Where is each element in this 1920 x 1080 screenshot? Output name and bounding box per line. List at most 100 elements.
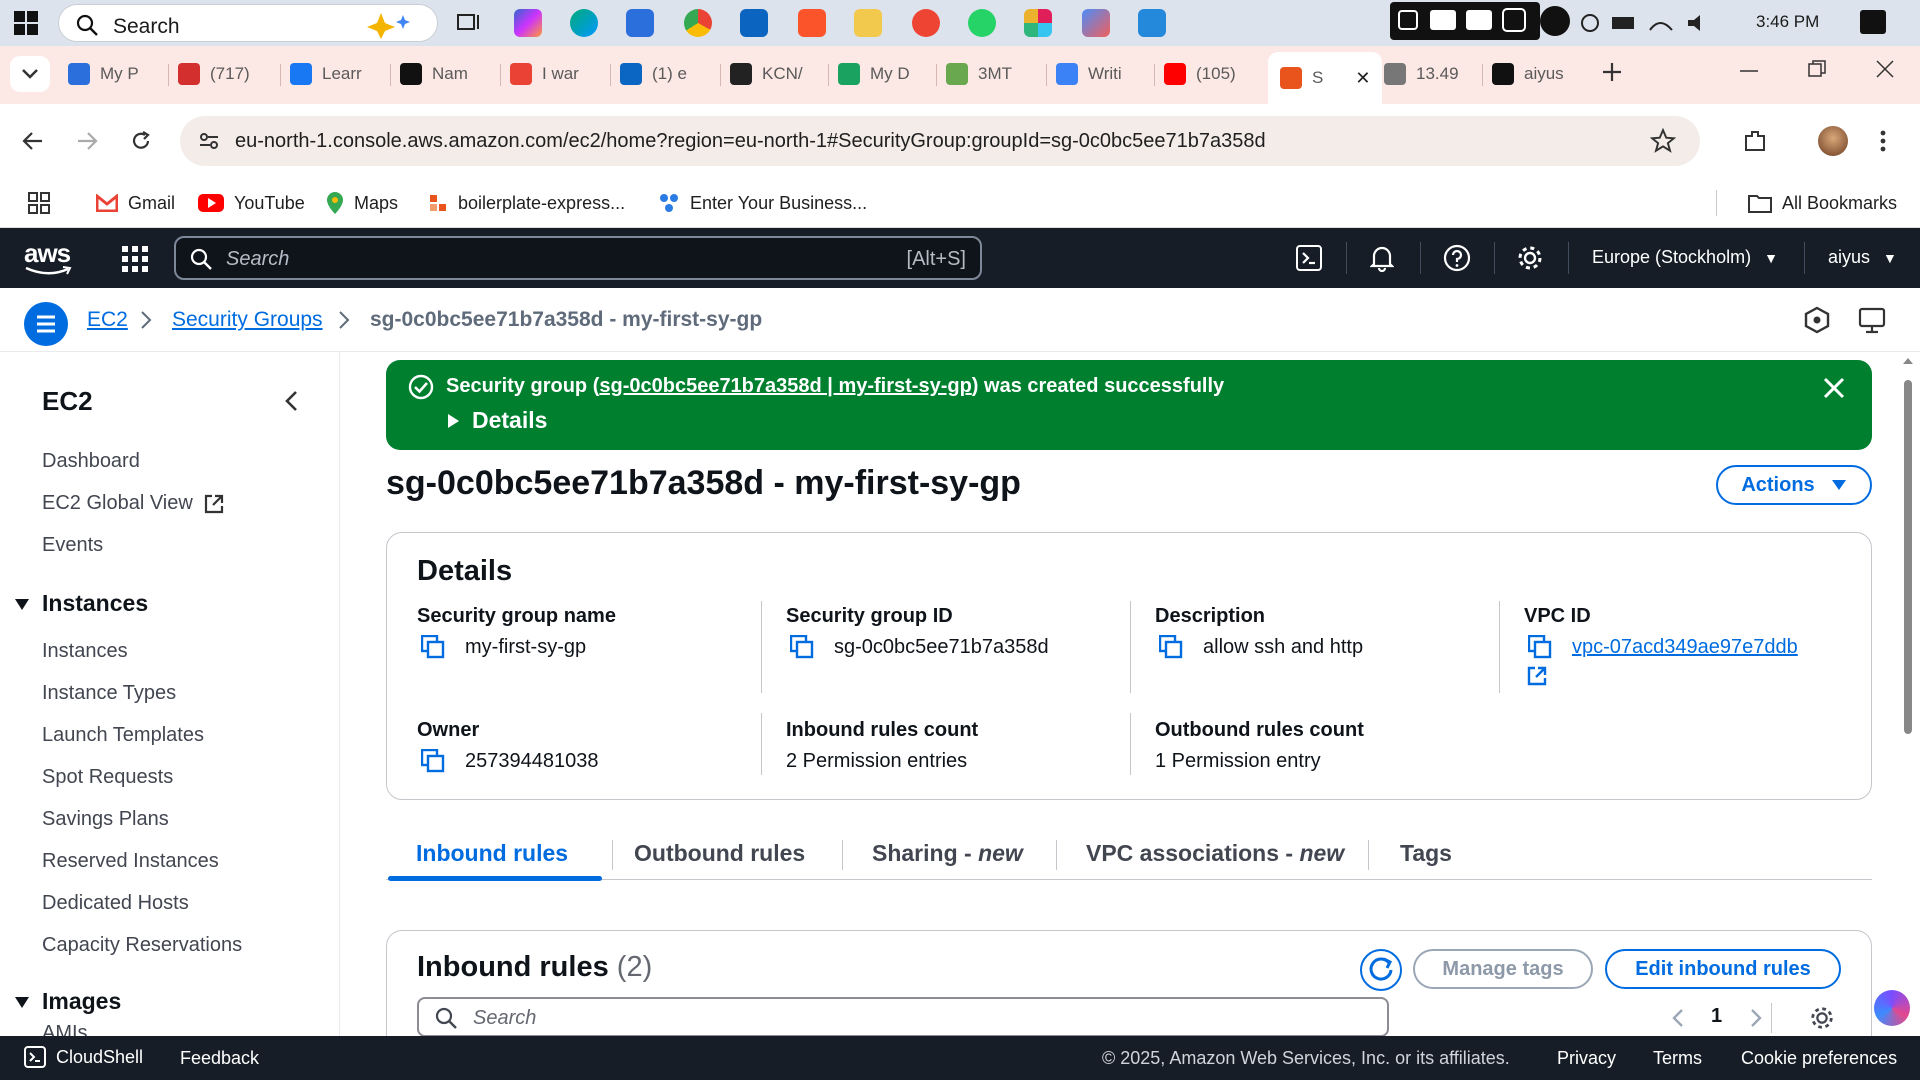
vscode-icon[interactable] — [1138, 9, 1166, 37]
system-tray-icons[interactable] — [1580, 12, 1720, 34]
help-icon[interactable] — [1443, 244, 1471, 272]
apps-grid-icon[interactable] — [28, 192, 50, 214]
chrome-icon[interactable] — [684, 9, 712, 37]
forward-icon[interactable] — [76, 130, 98, 152]
back-icon[interactable] — [22, 130, 44, 152]
actions-button[interactable]: Actions — [1716, 465, 1872, 505]
copilot-app-icon[interactable] — [514, 9, 542, 37]
site-info-icon[interactable] — [198, 130, 220, 152]
whatsapp-icon[interactable] — [968, 9, 996, 37]
browser-tab[interactable]: My D — [838, 58, 910, 90]
reload-icon[interactable] — [130, 130, 152, 152]
hexagon-info-icon[interactable] — [1804, 306, 1830, 334]
browser-tab[interactable]: Writi — [1056, 58, 1122, 90]
nav-capacity-reservations[interactable]: Capacity Reservations — [42, 934, 242, 957]
profile-avatar[interactable] — [1818, 126, 1848, 156]
all-bookmarks[interactable]: All Bookmarks — [1748, 188, 1897, 218]
close-tab-icon[interactable]: ✕ — [1355, 68, 1370, 89]
nav-section-images[interactable]: Images — [14, 988, 121, 1015]
browser-tab[interactable]: 13.49 — [1384, 58, 1459, 90]
notifications-bell-icon[interactable] — [1370, 244, 1394, 272]
tab-vpc-associations[interactable]: VPC associations - new — [1086, 840, 1344, 867]
screen-feedback-icon[interactable] — [1858, 306, 1886, 334]
terms-link[interactable]: Terms — [1653, 1048, 1702, 1069]
manage-tags-button[interactable]: Manage tags — [1413, 949, 1593, 989]
snip-icon[interactable] — [1398, 10, 1418, 30]
edit-inbound-rules-button[interactable]: Edit inbound rules — [1605, 949, 1841, 989]
browser-tab[interactable]: (105) — [1164, 58, 1236, 90]
extensions-icon[interactable] — [1742, 128, 1768, 154]
external-link-icon[interactable] — [1526, 665, 1548, 687]
nav-amis[interactable]: AMIs — [42, 1022, 88, 1036]
bookmark-boilerplate[interactable]: boilerplate-express... — [428, 188, 625, 218]
copy-icon[interactable] — [1528, 635, 1552, 659]
taskbar-search-box[interactable]: Search — [58, 4, 438, 42]
slack-icon[interactable] — [1024, 9, 1052, 37]
bookmark-youtube[interactable]: YouTube — [198, 188, 305, 218]
feedback-link[interactable]: Feedback — [180, 1048, 259, 1069]
cloudshell-footer-button[interactable]: CloudShell — [24, 1046, 143, 1068]
nav-ec2-global-view[interactable]: EC2 Global View — [42, 492, 225, 515]
cookie-preferences-link[interactable]: Cookie preferences — [1741, 1048, 1897, 1069]
edge-icon[interactable] — [570, 9, 598, 37]
browser-tab[interactable]: KCN/ — [730, 58, 803, 90]
bookmark-business[interactable]: Enter Your Business... — [658, 188, 867, 218]
nav-reserved-instances[interactable]: Reserved Instances — [42, 850, 219, 873]
amazon-q-icon[interactable] — [1874, 990, 1910, 1026]
task-view-icon[interactable] — [454, 9, 482, 37]
nav-instances[interactable]: Instances — [42, 640, 128, 663]
breadcrumb-ec2[interactable]: EC2 — [87, 308, 128, 332]
bookmark-gmail[interactable]: Gmail — [96, 188, 175, 218]
browser-tab[interactable]: Learr — [290, 58, 362, 90]
tab-tags[interactable]: Tags — [1400, 840, 1452, 867]
nav-section-instances[interactable]: Instances — [14, 590, 148, 617]
browser-tab[interactable]: S ✕ — [1268, 52, 1383, 104]
privacy-link[interactable]: Privacy — [1557, 1048, 1616, 1069]
nav-dashboard[interactable]: Dashboard — [42, 450, 140, 473]
browser-tab[interactable]: (717) — [178, 58, 250, 90]
cloudshell-icon[interactable] — [1296, 245, 1322, 271]
current-page-number[interactable]: 1 — [1711, 1005, 1722, 1028]
restore-icon[interactable] — [1808, 60, 1826, 78]
windows-start-icon[interactable] — [14, 11, 38, 35]
clock[interactable]: 3:46 PM — [1756, 12, 1819, 32]
flash-details-toggle[interactable]: Details — [446, 407, 547, 434]
bookmark-maps[interactable]: Maps — [326, 188, 398, 218]
services-menu-icon[interactable] — [122, 246, 148, 272]
nav-toggle-button[interactable] — [24, 302, 68, 346]
brave-icon[interactable] — [798, 9, 826, 37]
tab-search-button[interactable] — [10, 56, 50, 92]
browser-tab[interactable]: Nam — [400, 58, 468, 90]
nav-instance-types[interactable]: Instance Types — [42, 682, 176, 705]
next-page-icon[interactable] — [1749, 1007, 1763, 1029]
browser-tab[interactable]: aiyus — [1492, 58, 1564, 90]
vpc-id-link[interactable]: vpc-07acd349ae97e7ddb — [1572, 636, 1798, 659]
app-icon[interactable] — [1082, 9, 1110, 37]
rules-search-input[interactable]: Search — [417, 997, 1389, 1037]
tab-inbound-rules[interactable]: Inbound rules — [416, 840, 568, 867]
aws-logo[interactable]: aws — [24, 240, 72, 276]
breadcrumb-security-groups[interactable]: Security Groups — [172, 308, 323, 332]
address-bar[interactable]: eu-north-1.console.aws.amazon.com/ec2/ho… — [180, 116, 1700, 166]
browser-tab[interactable]: My P — [68, 58, 139, 90]
browser-tab[interactable]: I war — [510, 58, 579, 90]
tab-sharing[interactable]: Sharing - new — [872, 840, 1023, 867]
page-scrollbar[interactable] — [1900, 354, 1916, 1034]
window-icon[interactable] — [1502, 8, 1526, 32]
file-explorer-icon[interactable] — [854, 9, 882, 37]
notifications-icon[interactable] — [1860, 10, 1886, 34]
preferences-gear-icon[interactable] — [1809, 1005, 1835, 1031]
tab-outbound-rules[interactable]: Outbound rules — [634, 840, 805, 867]
flash-sg-link[interactable]: sg-0c0bc5ee71b7a358d | my-first-sy-gp — [599, 375, 971, 397]
refresh-button[interactable] — [1360, 949, 1402, 991]
camera-icon[interactable] — [1430, 10, 1456, 30]
region-selector[interactable]: Europe (Stockholm) ▼ — [1592, 247, 1778, 268]
prev-page-icon[interactable] — [1671, 1007, 1685, 1029]
copy-icon[interactable] — [421, 749, 445, 773]
new-tab-button[interactable] — [1600, 60, 1624, 84]
collapse-nav-icon[interactable] — [282, 388, 302, 414]
store-icon[interactable] — [626, 9, 654, 37]
copy-icon[interactable] — [421, 635, 445, 659]
account-menu[interactable]: aiyus ▼ — [1828, 247, 1897, 268]
nav-spot-requests[interactable]: Spot Requests — [42, 766, 173, 789]
